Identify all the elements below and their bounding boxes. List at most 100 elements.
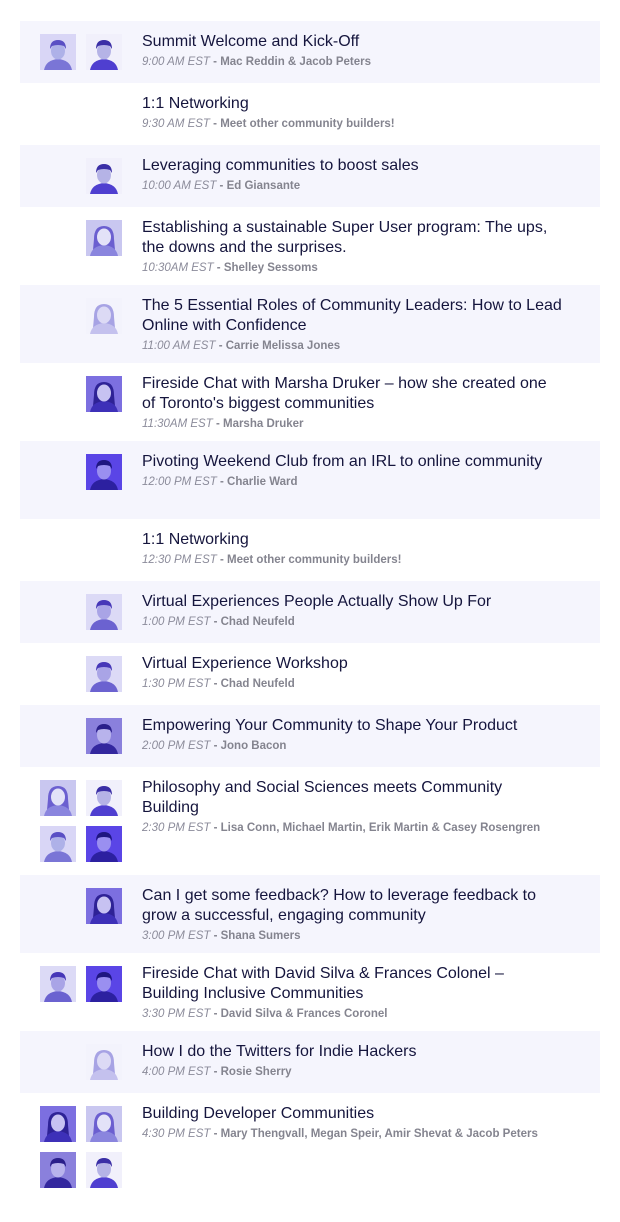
meta-separator: - xyxy=(209,118,221,130)
session-title: Fireside Chat with Marsha Druker – how s… xyxy=(142,375,547,412)
session-time: 12:30 PM EST xyxy=(142,554,217,566)
speaker-avatar xyxy=(86,1152,122,1188)
session-row: Fireside Chat with David Silva & Frances… xyxy=(20,953,600,1031)
session-info: The 5 Essential Roles of Community Leade… xyxy=(142,296,562,354)
meta-separator: - xyxy=(210,1008,221,1020)
speaker-avatar xyxy=(40,966,76,1002)
session-info: Building Developer Communities 4:30 PM ES… xyxy=(142,1104,562,1142)
session-row: Empowering Your Community to Shape Your … xyxy=(20,705,600,767)
session-time: 11:30AM EST xyxy=(142,418,213,430)
session-row: The 5 Essential Roles of Community Leade… xyxy=(20,285,600,363)
session-row: 1:1 Networking 9:30 AM EST - Meet other c… xyxy=(20,83,600,145)
session-row: Fireside Chat with Marsha Druker – how s… xyxy=(20,363,600,441)
meta-separator: - xyxy=(216,180,227,192)
session-row: Pivoting Weekend Club from an IRL to onl… xyxy=(20,441,600,519)
session-meta: 1:30 PM EST - Chad Neufeld xyxy=(142,676,562,692)
session-title: Leveraging communities to boost sales xyxy=(142,157,419,174)
speaker-avatar xyxy=(40,34,76,70)
session-meta: 1:00 PM EST - Chad Neufeld xyxy=(142,614,562,630)
session-speakers: Carrie Melissa Jones xyxy=(225,340,341,352)
speaker-avatar xyxy=(86,966,122,1002)
meta-separator: - xyxy=(210,822,221,834)
meta-separator: - xyxy=(210,1066,221,1078)
session-meta: 9:30 AM EST - Meet other community build… xyxy=(142,116,562,132)
speaker-avatar xyxy=(86,888,122,924)
meta-separator: - xyxy=(212,418,223,430)
session-title: How I do the Twitters for Indie Hackers xyxy=(142,1043,417,1060)
session-info: Leveraging communities to boost sales 10:… xyxy=(142,156,562,194)
session-meta: 2:00 PM EST - Jono Bacon xyxy=(142,738,562,754)
session-meta: 4:00 PM EST - Rosie Sherry xyxy=(142,1064,562,1080)
session-speakers: Jono Bacon xyxy=(220,740,287,752)
session-speakers: Shelley Sessoms xyxy=(223,262,318,274)
session-title: Virtual Experiences People Actually Show… xyxy=(142,593,492,610)
meta-separator: - xyxy=(210,616,221,628)
speaker-avatar xyxy=(40,1106,76,1142)
session-meta: 11:00 AM EST - Carrie Melissa Jones xyxy=(142,338,562,354)
session-title: Summit Welcome and Kick-Off xyxy=(142,33,360,50)
session-speakers: David Silva & Frances Coronel xyxy=(220,1008,388,1020)
session-row: Can I get some feedback? How to leverage… xyxy=(20,875,600,953)
meta-separator: - xyxy=(210,678,221,690)
meta-separator: - xyxy=(216,476,228,488)
session-row: 1:1 Networking 12:30 PM EST - Meet other … xyxy=(20,519,600,581)
session-meta: 4:30 PM EST - Mary Thengvall, Megan Spei… xyxy=(142,1126,562,1142)
session-title: Philosophy and Social Sciences meets Com… xyxy=(142,779,503,816)
session-row: Virtual Experiences People Actually Show… xyxy=(20,581,600,643)
session-info: Fireside Chat with David Silva & Frances… xyxy=(142,964,562,1022)
speaker-avatar xyxy=(86,780,122,816)
session-title: 1:1 Networking xyxy=(142,95,249,112)
session-title: Can I get some feedback? How to leverage… xyxy=(142,887,537,924)
session-title: Pivoting Weekend Club from an IRL to onl… xyxy=(142,453,543,470)
meta-separator: - xyxy=(209,56,221,68)
session-meta: 10:30AM EST - Shelley Sessoms xyxy=(142,260,562,276)
session-meta: 11:30AM EST - Marsha Druker xyxy=(142,416,562,432)
session-info: 1:1 Networking 9:30 AM EST - Meet other c… xyxy=(142,94,562,132)
meta-separator: - xyxy=(210,740,221,752)
session-speakers: Chad Neufeld xyxy=(220,678,295,690)
speaker-avatar xyxy=(86,454,122,490)
speaker-avatar xyxy=(86,1106,122,1142)
session-time: 4:00 PM EST xyxy=(142,1066,211,1078)
session-info: How I do the Twitters for Indie Hackers 4… xyxy=(142,1042,562,1080)
session-title: Building Developer Communities xyxy=(142,1105,375,1122)
session-meta: 12:00 PM EST - Charlie Ward xyxy=(142,474,562,490)
meta-separator: - xyxy=(216,554,228,566)
session-speakers: Shana Sumers xyxy=(220,930,301,942)
session-meta: 10:00 AM EST - Ed Giansante xyxy=(142,178,562,194)
session-time: 1:00 PM EST xyxy=(142,616,211,628)
session-title: Fireside Chat with David Silva & Frances… xyxy=(142,965,504,1002)
session-row: Summit Welcome and Kick-Off 9:00 AM EST -… xyxy=(20,21,600,83)
session-row: Establishing a sustainable Super User pr… xyxy=(20,207,600,285)
session-time: 12:00 PM EST xyxy=(142,476,217,488)
meta-separator: - xyxy=(213,262,224,274)
session-info: Empowering Your Community to Shape Your … xyxy=(142,716,562,754)
session-info: Can I get some feedback? How to leverage… xyxy=(142,886,562,944)
session-info: Philosophy and Social Sciences meets Com… xyxy=(142,778,562,836)
session-time: 4:30 PM EST xyxy=(142,1128,211,1140)
session-speakers: Charlie Ward xyxy=(227,476,298,488)
speaker-avatar xyxy=(40,780,76,816)
session-speakers: Mary Thengvall, Megan Speir, Amir Shevat… xyxy=(220,1128,538,1140)
speaker-avatar xyxy=(86,298,122,334)
speaker-avatar xyxy=(40,1152,76,1188)
meta-separator: - xyxy=(210,930,221,942)
session-info: Fireside Chat with Marsha Druker – how s… xyxy=(142,374,562,432)
session-info: Establishing a sustainable Super User pr… xyxy=(142,218,562,276)
session-speakers: Mac Reddin & Jacob Peters xyxy=(220,56,372,68)
session-speakers: Marsha Druker xyxy=(222,418,304,430)
session-info: Summit Welcome and Kick-Off 9:00 AM EST -… xyxy=(142,32,562,70)
agenda-list: Summit Welcome and Kick-Off 9:00 AM EST -… xyxy=(20,21,600,1201)
session-row: How I do the Twitters for Indie Hackers 4… xyxy=(20,1031,600,1093)
session-meta: 12:30 PM EST - Meet other community buil… xyxy=(142,552,562,568)
session-speakers: Rosie Sherry xyxy=(220,1066,292,1078)
session-time: 2:30 PM EST xyxy=(142,822,211,834)
speaker-avatar xyxy=(86,34,122,70)
session-title: 1:1 Networking xyxy=(142,531,249,548)
meta-separator: - xyxy=(210,1128,221,1140)
session-time: 10:00 AM EST xyxy=(142,180,217,192)
session-speakers: Meet other community builders! xyxy=(220,118,395,130)
session-info: Virtual Experience Workshop 1:30 PM EST -… xyxy=(142,654,562,692)
session-time: 2:00 PM EST xyxy=(142,740,211,752)
session-row: Leveraging communities to boost sales 10:… xyxy=(20,145,600,207)
